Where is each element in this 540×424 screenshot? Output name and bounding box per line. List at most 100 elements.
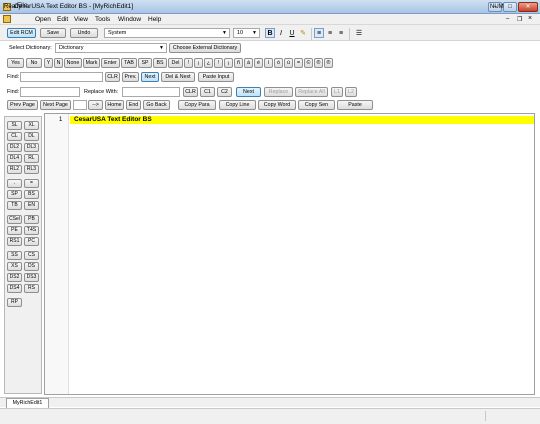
menu-tools[interactable]: Tools	[95, 16, 110, 23]
key-char[interactable]: !	[214, 58, 223, 68]
key-char[interactable]: =	[294, 58, 303, 68]
key-yes[interactable]: Yes	[7, 58, 24, 68]
side-button-rp[interactable]: RP	[7, 298, 22, 307]
key-none[interactable]: None	[64, 58, 82, 68]
key-char[interactable]: í	[264, 58, 273, 68]
side-button-pe[interactable]: PE	[7, 226, 22, 235]
side-button-sl[interactable]: SL	[7, 121, 22, 130]
key-sp[interactable]: SP	[138, 58, 152, 68]
copy-para-button[interactable]: Copy Para	[178, 100, 216, 110]
copy-word-button[interactable]: Copy Word	[258, 100, 296, 110]
side-button-csel[interactable]: CSel	[7, 215, 22, 224]
save-button[interactable]: Save	[40, 28, 66, 38]
del-next-button[interactable]: Del & Next	[161, 72, 195, 82]
key-char[interactable]: ®	[324, 58, 333, 68]
side-button-dl4[interactable]: DL4	[7, 154, 22, 163]
key-char[interactable]: ©	[304, 58, 313, 68]
align-center-icon[interactable]: ≡	[325, 28, 335, 38]
choose-external-dictionary-button[interactable]: Choose External Dictionary	[169, 43, 241, 53]
copy-line-button[interactable]: Copy Line	[219, 100, 256, 110]
key-char[interactable]: ¡	[224, 58, 233, 68]
side-button-dl3[interactable]: DL3	[24, 143, 39, 152]
find-input[interactable]	[20, 72, 103, 82]
side-button-tb[interactable]: TB	[7, 201, 22, 210]
edit-rcm-button[interactable]: Edit RCM	[7, 28, 36, 38]
key-char[interactable]: ó	[274, 58, 283, 68]
replace-input[interactable]	[122, 87, 180, 97]
find-prev-button[interactable]: Prev.	[122, 72, 139, 82]
key-char[interactable]: !	[184, 58, 193, 68]
side-button-rl[interactable]: RL	[24, 154, 39, 163]
italic-button[interactable]: I	[276, 28, 286, 38]
c2-button[interactable]: C2	[217, 87, 232, 97]
menu-view[interactable]: View	[74, 16, 88, 23]
l1-button[interactable]: L1	[331, 87, 343, 97]
key-n[interactable]: N	[54, 58, 63, 68]
menu-open[interactable]: Open	[35, 16, 51, 23]
side-button-dot[interactable]: .	[7, 179, 22, 188]
key-char[interactable]: á	[244, 58, 253, 68]
side-button-cs[interactable]: CS	[24, 251, 39, 260]
side-button-ds4[interactable]: DS4	[7, 284, 22, 293]
side-button-rs[interactable]: RS	[24, 284, 39, 293]
side-button-ds3[interactable]: DS3	[24, 273, 39, 282]
menu-window[interactable]: Window	[118, 16, 141, 23]
dictionary-select[interactable]: Dictionary ▼	[55, 43, 167, 53]
find-input-2[interactable]	[20, 87, 80, 97]
copy-sen-button[interactable]: Copy Sen	[298, 100, 335, 110]
menu-help[interactable]: Help	[148, 16, 161, 23]
key-enter[interactable]: Enter	[101, 58, 120, 68]
side-button-t4s[interactable]: T4S	[24, 226, 39, 235]
c1-button[interactable]: C1	[200, 87, 215, 97]
side-button-ds2[interactable]: DS2	[7, 273, 22, 282]
side-button-ss[interactable]: SS	[7, 251, 22, 260]
document-icon[interactable]	[3, 15, 11, 23]
side-button-rs1[interactable]: RS1	[7, 237, 22, 246]
maximize-button[interactable]: □	[503, 2, 517, 12]
bullet-list-icon[interactable]: ☰	[354, 28, 364, 38]
replace-next-button[interactable]: Next	[236, 87, 261, 97]
mdi-close-button[interactable]: ×	[528, 15, 532, 22]
side-button-xs[interactable]: XS	[7, 262, 22, 271]
find-clr-button[interactable]: CLR	[105, 72, 120, 82]
key-char[interactable]: ®	[314, 58, 323, 68]
side-button-bs[interactable]: BS	[24, 190, 39, 199]
key-bs[interactable]: BS	[153, 58, 167, 68]
highlighted-line[interactable]: CesarUSA Text Editor BS	[70, 116, 534, 124]
end-button[interactable]: End	[126, 100, 141, 110]
side-button-rl3[interactable]: RL3	[24, 165, 39, 174]
key-y[interactable]: Y	[44, 58, 53, 68]
close-button[interactable]: ✕	[518, 2, 538, 12]
paste-input-button[interactable]: Paste Input	[198, 72, 234, 82]
key-tab[interactable]: TAB	[121, 58, 137, 68]
underline-button[interactable]: U	[287, 28, 297, 38]
undo-button[interactable]: Undo	[70, 28, 98, 38]
side-button-pc[interactable]: PC	[24, 237, 39, 246]
key-del[interactable]: Del	[168, 58, 183, 68]
align-right-icon[interactable]: ≡	[336, 28, 346, 38]
text-editor[interactable]: 1 CesarUSA Text Editor BS	[44, 113, 535, 395]
prev-page-button[interactable]: Prev Page	[7, 100, 38, 110]
goto-button[interactable]: -->	[88, 100, 103, 110]
font-select[interactable]: System ▼	[104, 28, 230, 38]
side-button-cl[interactable]: CL	[7, 132, 22, 141]
side-button-en[interactable]: EN	[24, 201, 39, 210]
highlight-icon[interactable]: ✎	[298, 28, 308, 38]
side-button-dl2[interactable]: DL2	[7, 143, 22, 152]
replace-clr-button[interactable]: CLR	[183, 87, 198, 97]
key-char[interactable]: é	[254, 58, 263, 68]
find-next-button[interactable]: Next	[141, 72, 159, 82]
l2-button[interactable]: L2	[345, 87, 357, 97]
key-char[interactable]: ¡	[194, 58, 203, 68]
font-size-select[interactable]: 10 ▼	[233, 28, 260, 38]
replace-button[interactable]: Replace	[264, 87, 293, 97]
side-button-dl[interactable]: DL	[24, 132, 39, 141]
home-button[interactable]: Home	[105, 100, 124, 110]
align-left-icon[interactable]: ≡	[314, 28, 324, 38]
side-button-xl[interactable]: XL	[24, 121, 39, 130]
replace-all-button[interactable]: Replace All	[295, 87, 328, 97]
mdi-restore-button[interactable]: ❐	[517, 16, 522, 23]
paste-button[interactable]: Paste	[337, 100, 373, 110]
key-char[interactable]: ñ	[234, 58, 243, 68]
side-button-sp[interactable]: SP	[7, 190, 22, 199]
